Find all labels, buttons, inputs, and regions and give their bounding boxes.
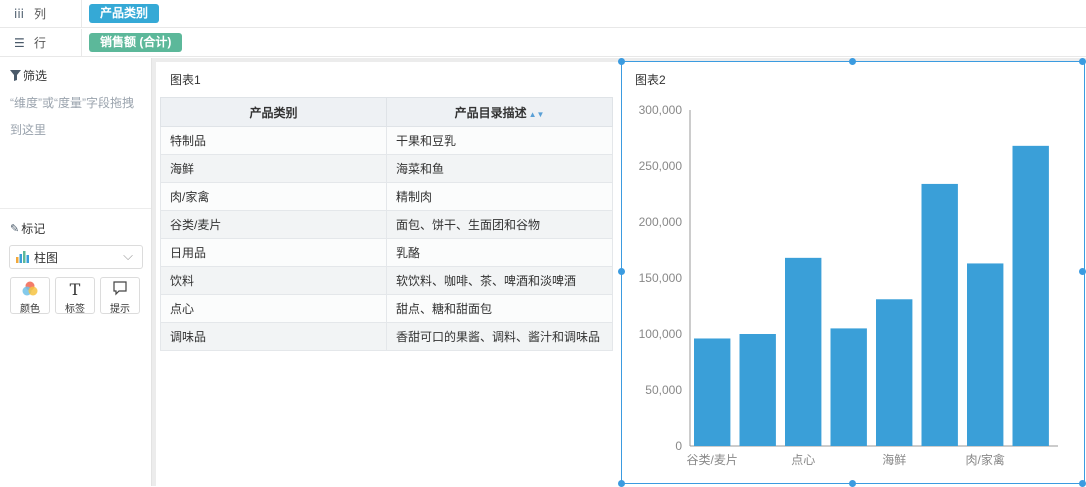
table-cell-category: 调味品: [160, 322, 387, 351]
table-cell-category: 饮料: [160, 266, 387, 295]
table-row[interactable]: 饮料 软饮料、咖啡、茶、啤酒和淡啤酒: [160, 266, 613, 295]
y-tick-label: 250,000: [639, 159, 683, 173]
tooltip-button[interactable]: 提示: [100, 277, 140, 315]
sort-icon[interactable]: ▲▼: [529, 110, 545, 119]
resize-handle[interactable]: [849, 58, 856, 65]
columns-field-pill[interactable]: 产品类别: [89, 4, 160, 23]
bar: [785, 257, 822, 446]
color-icon: [11, 280, 49, 300]
table-row[interactable]: 日用品 乳酪: [160, 238, 613, 267]
filter-section-title: 筛选: [10, 67, 47, 84]
columns-shelf-label: iii 列: [0, 0, 82, 27]
table-header-description[interactable]: 产品目录描述 ▲▼: [386, 97, 613, 127]
table-cell-description: 干果和豆乳: [386, 126, 613, 155]
table-cell-description: 面包、饼干、生面团和谷物: [386, 210, 613, 239]
bar: [1012, 145, 1049, 446]
divider: [0, 208, 151, 209]
table-cell-category: 谷类/麦片: [160, 210, 387, 239]
table-cell-description: 精制肉: [386, 182, 613, 211]
mark-type-select[interactable]: 柱图 ⌵: [9, 245, 143, 269]
table-cell-category: 日用品: [160, 238, 387, 267]
y-tick-label: 0: [675, 439, 682, 453]
rows-shelf: ☰ 行 销售额 (合计): [0, 29, 1086, 57]
table-row[interactable]: 海鲜 海菜和鱼: [160, 154, 613, 183]
table-row[interactable]: 点心 甜点、糖和甜面包: [160, 294, 613, 323]
table-row[interactable]: 肉/家禽 精制肉: [160, 182, 613, 211]
y-tick-label: 100,000: [639, 327, 683, 341]
y-tick-label: 150,000: [639, 271, 683, 285]
resize-handle[interactable]: [618, 58, 625, 65]
chart1-title: 图表1: [170, 73, 201, 87]
table-row[interactable]: 谷类/麦片 面包、饼干、生面团和谷物: [160, 210, 613, 239]
table-cell-category: 点心: [160, 294, 387, 323]
columns-icon: iii: [14, 6, 25, 21]
y-tick-label: 50,000: [645, 383, 682, 397]
bar: [830, 328, 867, 446]
resize-handle[interactable]: [1079, 268, 1086, 275]
y-tick-label: 300,000: [639, 103, 683, 117]
resize-handle[interactable]: [1079, 58, 1086, 65]
left-panel: 筛选 “维度”或“度量”字段拖拽到这里 ✎ 标记 柱图 ⌵ 颜色 T 标签 提示: [0, 58, 152, 486]
bar: [694, 338, 731, 446]
x-tick-label: 肉/家禽: [966, 452, 1005, 467]
bar-chart: 0 50,000 100,000 150,000 200,000 250,000 300,0…: [639, 103, 1058, 467]
filter-drop-zone[interactable]: “维度”或“度量”字段拖拽到这里: [10, 90, 136, 144]
table-cell-category: 海鲜: [160, 154, 387, 183]
rows-field-pill[interactable]: 销售额 (合计): [89, 33, 183, 52]
table-row[interactable]: 特制品 干果和豆乳: [160, 126, 613, 155]
x-tick-label: 点心: [791, 453, 815, 467]
x-tick-label: 海鲜: [882, 452, 906, 467]
tooltip-icon: [101, 280, 139, 300]
bar: [921, 183, 958, 447]
table-cell-description: 软饮料、咖啡、茶、啤酒和淡啤酒: [386, 266, 613, 295]
bar: [967, 263, 1004, 446]
text-icon: T: [69, 280, 81, 299]
columns-shelf: iii 列 产品类别: [0, 0, 1086, 28]
label-button[interactable]: T 标签: [55, 277, 95, 315]
bar-chart-icon: [16, 251, 29, 263]
table-row[interactable]: 调味品 香甜可口的果酱、调料、酱汁和调味品: [160, 322, 613, 351]
table-cell-category: 肉/家禽: [160, 182, 387, 211]
table-header-category[interactable]: 产品类别: [160, 97, 387, 127]
rows-icon: ☰: [14, 35, 25, 50]
color-button[interactable]: 颜色: [10, 277, 50, 315]
filter-icon: [10, 70, 21, 81]
panel-gap: [152, 58, 156, 486]
y-tick-label: 200,000: [639, 215, 683, 229]
table-cell-category: 特制品: [160, 126, 387, 155]
table-cell-description: 甜点、糖和甜面包: [386, 294, 613, 323]
table-cell-description: 海菜和鱼: [386, 154, 613, 183]
x-tick-label: 谷类/麦片: [687, 453, 738, 467]
pin-icon: ✎: [10, 222, 20, 235]
table-cell-description: 乳酪: [386, 238, 613, 267]
bar: [876, 299, 913, 446]
chevron-down-icon: ⌵: [123, 248, 133, 263]
bar: [739, 334, 776, 446]
table-cell-description: 香甜可口的果酱、调料、酱汁和调味品: [386, 322, 613, 351]
data-table: 产品类别 产品目录描述 ▲▼ 特制品 干果和豆乳 海鲜 海菜和鱼 肉/家禽 精制肉 谷类/麦片…: [160, 97, 613, 351]
marks-section-title: ✎ 标记: [10, 222, 46, 236]
rows-shelf-label: ☰ 行: [0, 29, 82, 56]
